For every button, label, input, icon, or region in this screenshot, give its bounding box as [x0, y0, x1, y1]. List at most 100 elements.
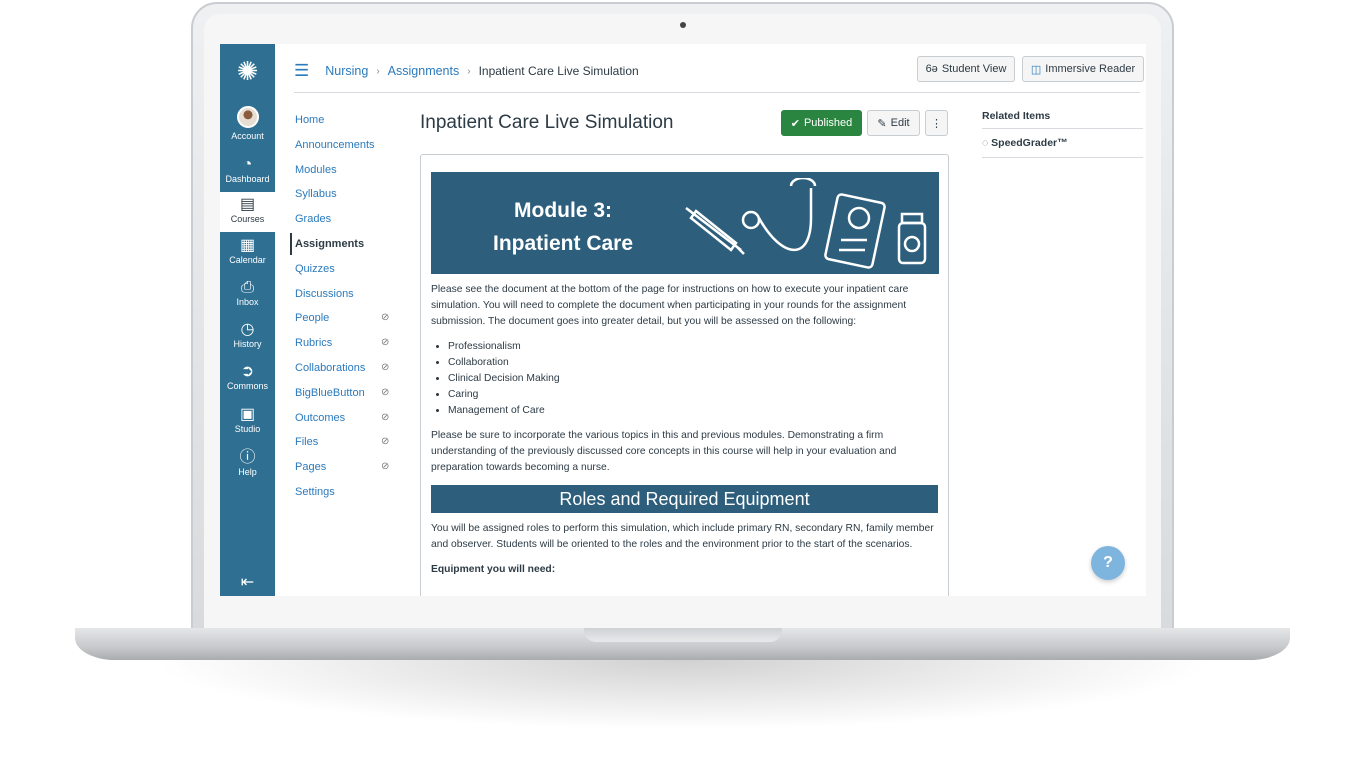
equipment-heading: Equipment you will need:	[431, 563, 556, 575]
speedgrader-link[interactable]: ◌ SpeedGrader™	[982, 129, 1143, 158]
criteria-list: ProfessionalismCollaborationClinical Dec…	[448, 339, 938, 420]
course-nav-label: Syllabus	[295, 188, 337, 201]
eye-slash-icon: ⊘	[381, 337, 390, 349]
course-nav-item-quizzes[interactable]: Quizzes	[295, 263, 395, 288]
avatar	[236, 106, 259, 128]
course-nav-label: Modules	[295, 163, 337, 176]
criteria-item: Caring	[448, 387, 938, 403]
course-nav-item-assignments[interactable]: Assignments	[290, 233, 395, 263]
header-divider	[294, 92, 1140, 93]
collapse-nav-icon[interactable]: ⇤	[220, 572, 275, 592]
course-nav-label: Grades	[295, 213, 332, 226]
course-nav: Home Announcements Modules Syllabus Grades As…	[290, 114, 395, 511]
course-nav-item-modules[interactable]: Modules	[295, 164, 395, 189]
eye-slash-icon: ⊘	[381, 361, 390, 373]
nav-inbox[interactable]: ⎙ Inbox	[220, 279, 275, 307]
eye-slash-icon: ⊘	[381, 312, 390, 324]
nav-account[interactable]: Account	[220, 106, 275, 141]
course-nav-label: Rubrics	[295, 337, 333, 350]
course-nav-label: Pages	[295, 461, 327, 474]
nav-calendar[interactable]: ▦ Calendar	[220, 237, 275, 265]
canvas-logo[interactable]: ✺	[220, 56, 275, 86]
eye-slash-icon: ⊘	[381, 461, 390, 473]
immersive-reader-icon: ◫	[1030, 63, 1042, 76]
course-nav-item-home[interactable]: Home	[295, 114, 395, 139]
nav-studio[interactable]: ▣ Studio	[220, 406, 275, 434]
roles-heading: Roles and Required Equipment	[431, 485, 938, 514]
breadcrumb-section[interactable]: Assignments	[388, 64, 460, 78]
help-button[interactable]: ?	[1091, 546, 1125, 580]
related-title: Related Items	[982, 110, 1143, 129]
course-nav-item-outcomes[interactable]: Outcomes ⊘	[295, 412, 395, 437]
course-nav-item-discussions[interactable]: Discussions	[295, 288, 395, 313]
nav-commons[interactable]: ➲ Commons	[220, 363, 275, 391]
global-nav: ✺ Account ◔ Dashboard ▤ Courses ▦ Calendar …	[220, 44, 275, 596]
course-nav-item-settings[interactable]: Settings	[295, 486, 395, 511]
criteria-item: Professionalism	[448, 339, 938, 355]
criteria-item: Collaboration	[448, 355, 938, 371]
dashboard-icon: ◔	[242, 156, 253, 173]
course-nav-label: People	[295, 312, 330, 325]
course-nav-label: BigBlueButton	[295, 386, 365, 399]
course-nav-label: Outcomes	[295, 411, 346, 424]
course-nav-label: Home	[295, 114, 325, 126]
nav-history[interactable]: ◷ History	[220, 321, 275, 349]
book-icon: ▤	[239, 196, 256, 213]
course-nav-item-files[interactable]: Files ⊘	[295, 436, 395, 461]
module-banner: Module 3: Inpatient Care	[431, 172, 939, 274]
course-nav-item-syllabus[interactable]: Syllabus	[295, 188, 395, 213]
nav-help[interactable]: ⓘ Help	[220, 449, 275, 477]
course-nav-item-announcements[interactable]: Announcements	[295, 139, 395, 164]
more-options-button[interactable]: ⋮	[925, 110, 948, 136]
course-nav-item-rubrics[interactable]: Rubrics ⊘	[295, 337, 395, 362]
criteria-item: Clinical Decision Making	[448, 371, 938, 387]
course-nav-label: Assignments	[295, 237, 365, 250]
student-view-button[interactable]: 6ə Student View	[917, 56, 1015, 82]
breadcrumb: ☰ Nursing › Assignments › Inpatient Care L…	[294, 61, 639, 81]
eye-slash-icon: ⊘	[381, 386, 390, 398]
edit-button[interactable]: ✎ Edit	[867, 110, 920, 136]
commons-icon: ➲	[240, 363, 255, 380]
course-nav-item-grades[interactable]: Grades	[295, 213, 395, 238]
laptop-notch	[584, 628, 782, 642]
breadcrumb-course[interactable]: Nursing	[325, 64, 368, 78]
course-nav-label: Settings	[295, 485, 335, 498]
pencil-icon: ✎	[877, 117, 887, 130]
inbox-icon: ⎙	[241, 279, 254, 296]
course-nav-label: Files	[295, 436, 319, 449]
glasses-icon: 6ə	[925, 63, 938, 75]
laptop-shadow	[150, 660, 1216, 730]
speedgrader-icon: ◌	[982, 137, 989, 149]
banner-line1: Module 3:	[514, 199, 613, 222]
immersive-reader-button[interactable]: ◫ Immersive Reader	[1022, 56, 1144, 82]
calendar-icon: ▦	[239, 237, 256, 254]
screen: ✺ Account ◔ Dashboard ▤ Courses ▦ Calendar …	[220, 44, 1146, 596]
related-items: Related Items ◌ SpeedGrader™	[982, 110, 1143, 158]
page-title: Inpatient Care Live Simulation	[420, 112, 674, 133]
banner-line2: Inpatient Care	[493, 232, 634, 255]
roles-paragraph: You will be assigned roles to perform th…	[431, 523, 934, 551]
eye-slash-icon: ⊘	[381, 411, 390, 423]
course-nav-label: Announcements	[295, 138, 375, 151]
hamburger-icon[interactable]: ☰	[294, 61, 309, 81]
assignment-content: Module 3: Inpatient Care Please see the d…	[420, 154, 949, 596]
criteria-item: Management of Care	[448, 403, 938, 419]
topics-paragraph: Please be sure to incorporate the variou…	[431, 429, 897, 474]
medical-illustration-icon	[685, 178, 927, 269]
eye-slash-icon: ⊘	[381, 436, 390, 448]
course-nav-item-pages[interactable]: Pages ⊘	[295, 461, 395, 486]
studio-icon: ▣	[239, 406, 256, 423]
course-nav-label: Quizzes	[295, 262, 335, 275]
nav-dashboard[interactable]: ◔ Dashboard	[220, 156, 275, 184]
nav-courses[interactable]: ▤ Courses	[220, 192, 275, 232]
clock-icon: ◷	[240, 321, 255, 338]
intro-paragraph: Please see the document at the bottom of…	[431, 284, 909, 328]
breadcrumb-current: Inpatient Care Live Simulation	[478, 64, 639, 78]
help-icon: ⓘ	[239, 449, 256, 466]
course-nav-item-bigbluebutton[interactable]: BigBlueButton ⊘	[295, 387, 395, 412]
camera	[680, 22, 686, 28]
course-nav-item-collaborations[interactable]: Collaborations ⊘	[295, 362, 395, 387]
kebab-icon: ⋮	[931, 117, 942, 130]
published-button[interactable]: ✔ Published	[781, 110, 862, 136]
course-nav-item-people[interactable]: People ⊘	[295, 312, 395, 337]
